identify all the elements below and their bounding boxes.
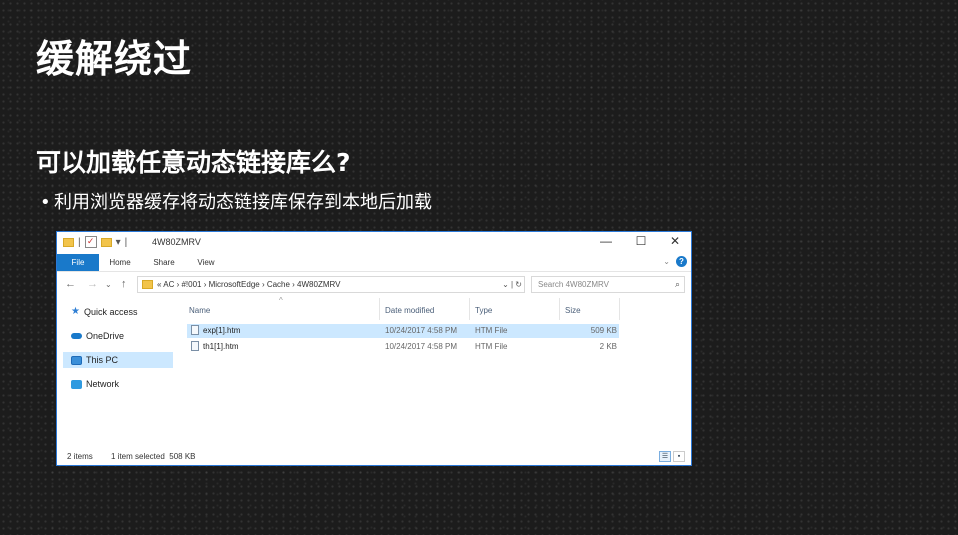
sidebar-item-label: OneDrive [86, 331, 125, 341]
column-divider[interactable] [559, 298, 560, 320]
tab-home[interactable]: Home [103, 254, 137, 271]
bullet-text: 利用浏览器缓存将动态链接库保存到本地后加载 [54, 192, 432, 213]
properties-icon[interactable]: ✓ [84, 236, 97, 248]
help-icon[interactable]: ? [676, 256, 687, 267]
network-icon [71, 379, 82, 389]
ribbon: File Home Share View ⌄ ? [57, 254, 691, 272]
file-size: 2 KB [599, 342, 617, 351]
table-row[interactable]: th1[1].htm 10/24/2017 4:58 PM HTM File 2… [187, 340, 619, 354]
file-type: HTM File [475, 326, 508, 335]
sort-caret-icon: ^ [279, 296, 283, 305]
address-path[interactable]: « AC › #!001 › MicrosoftEdge › Cache › 4… [157, 277, 340, 292]
address-bar-row: ← → ⌄ ↑ « AC › #!001 › MicrosoftEdge › C… [57, 274, 691, 296]
column-divider[interactable] [619, 298, 620, 320]
back-button[interactable]: ← [65, 278, 76, 290]
status-item-count: 2 items [67, 452, 93, 461]
slide-bullet: • 利用浏览器缓存将动态链接库保存到本地后加载 [40, 188, 432, 214]
search-icon[interactable]: ⌕ [675, 277, 680, 292]
column-divider[interactable] [379, 298, 380, 320]
folder-icon [142, 280, 153, 289]
file-name[interactable]: th1[1].htm [203, 342, 239, 351]
bullet-dot: • [40, 192, 51, 213]
window-title: 4W80ZMRV [152, 237, 201, 247]
search-input[interactable]: Search 4W80ZMRV ⌕ [531, 276, 685, 293]
maximize-button[interactable]: ☐ [626, 234, 656, 248]
file-icon [191, 341, 199, 351]
sidebar-item-onedrive[interactable]: OneDrive [71, 328, 124, 344]
navigation-pane: ★ Quick access OneDrive This PC Network [57, 298, 175, 449]
sidebar-item-network[interactable]: Network [71, 376, 119, 392]
title-bar: | ✓ ▾ | 4W80ZMRV — ☐ ✕ [57, 232, 691, 254]
tab-share[interactable]: Share [147, 254, 181, 271]
status-bar: 2 items 1 item selected 508 KB ☰ ▪ [57, 449, 691, 465]
address-bar[interactable]: « AC › #!001 › MicrosoftEdge › Cache › 4… [137, 276, 525, 293]
table-row[interactable]: exp[1].htm 10/24/2017 4:58 PM HTM File 5… [187, 324, 619, 338]
tab-view[interactable]: View [189, 254, 223, 271]
sidebar-item-quick-access[interactable]: ★ Quick access [71, 304, 138, 320]
search-placeholder: Search 4W80ZMRV [538, 280, 609, 289]
explorer-window: | ✓ ▾ | 4W80ZMRV — ☐ ✕ File Home Share V… [56, 231, 692, 466]
separator: | [78, 236, 81, 248]
view-switcher: ☰ ▪ [659, 451, 685, 462]
file-type: HTM File [475, 342, 508, 351]
forward-button[interactable]: → [87, 278, 98, 290]
minimize-button[interactable]: — [591, 234, 621, 248]
file-icon [191, 325, 199, 335]
up-button[interactable]: ↑ [121, 278, 127, 290]
ribbon-controls: ⌄ ? [663, 256, 687, 267]
sidebar-item-label: This PC [86, 355, 119, 365]
recent-locations-button[interactable]: ⌄ [105, 280, 112, 289]
star-icon: ★ [71, 306, 80, 317]
address-controls: ⌄ | ↻ [502, 280, 522, 289]
refresh-icon[interactable]: ↻ [515, 280, 522, 289]
column-header-date[interactable]: Date modified [385, 306, 434, 315]
folder-icon [63, 237, 74, 247]
column-header-name[interactable]: Name [189, 306, 210, 315]
computer-icon [71, 355, 82, 365]
file-name-cell: th1[1].htm [191, 340, 239, 354]
details-view-icon[interactable]: ☰ [659, 451, 671, 462]
file-name[interactable]: exp[1].htm [203, 326, 240, 335]
customize-dropdown-icon[interactable]: ▾ [116, 237, 121, 248]
cloud-icon [71, 333, 82, 339]
sidebar-item-label: Network [86, 379, 120, 389]
file-date: 10/24/2017 4:58 PM [385, 326, 458, 335]
file-date: 10/24/2017 4:58 PM [385, 342, 458, 351]
column-header-type[interactable]: Type [475, 306, 492, 315]
column-header-size[interactable]: Size [565, 306, 581, 315]
slide-subtitle: 可以加载任意动态链接库么? [36, 148, 351, 177]
new-folder-icon[interactable] [100, 237, 112, 247]
expand-ribbon-icon[interactable]: ⌄ [663, 257, 670, 266]
status-selection: 1 item selected 508 KB [111, 452, 196, 461]
tab-file[interactable]: File [57, 254, 99, 271]
slide-title: 缓解绕过 [36, 37, 193, 81]
address-dropdown-icon[interactable]: ⌄ [502, 280, 509, 289]
sidebar-item-this-pc[interactable]: This PC [63, 352, 173, 368]
file-name-cell: exp[1].htm [191, 324, 240, 338]
file-list: ^ Name Date modified Type Size exp[1].ht… [183, 296, 687, 449]
separator: | [124, 236, 128, 248]
large-icons-view-icon[interactable]: ▪ [673, 451, 685, 462]
column-divider[interactable] [469, 298, 470, 320]
file-size: 509 KB [590, 326, 617, 335]
sidebar-item-label: Quick access [83, 307, 138, 317]
quick-access-toolbar: | ✓ ▾ | [63, 236, 127, 248]
close-button[interactable]: ✕ [660, 234, 690, 248]
